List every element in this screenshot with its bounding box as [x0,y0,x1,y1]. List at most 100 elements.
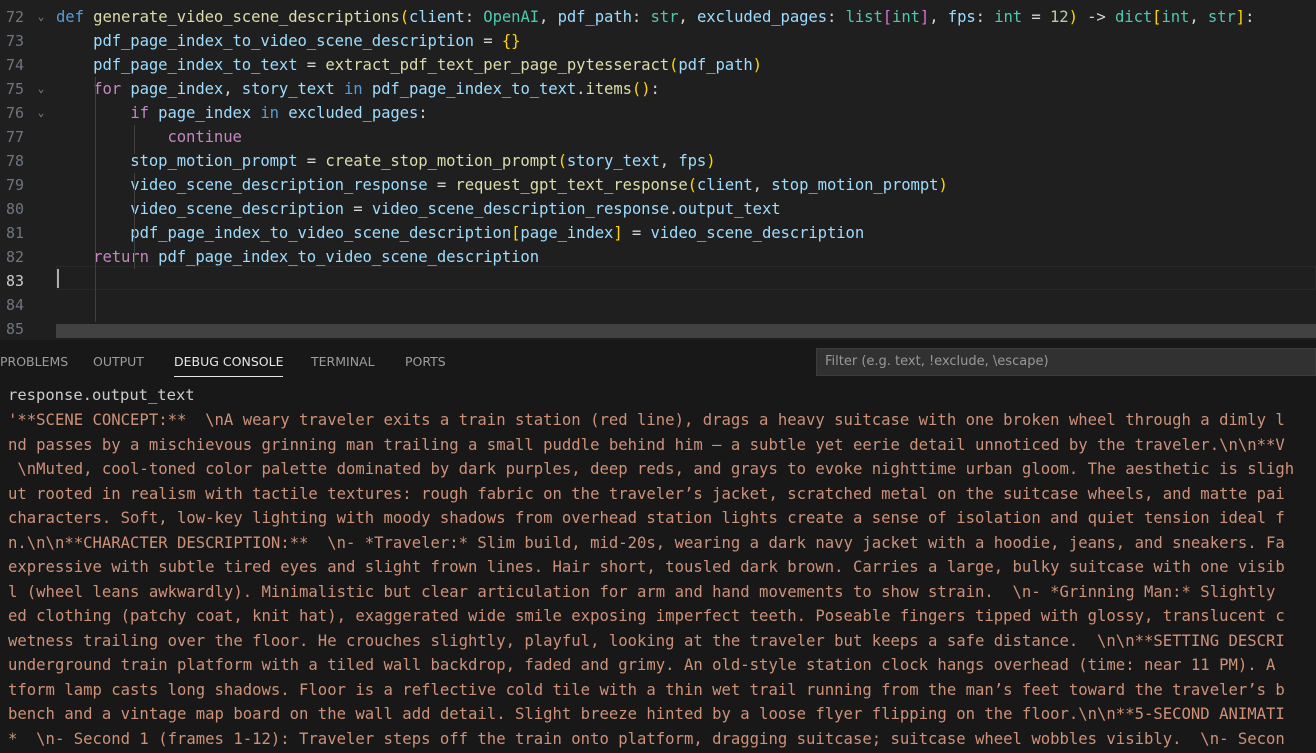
code-token: str [650,8,679,26]
code-token: request_gpt_text_response [455,176,688,194]
code-token: client [696,176,753,194]
code-line[interactable]: 74 pdf_page_index_to_text = extract_pdf_… [0,53,1316,77]
code-token: ] [613,224,623,242]
code-token: ( [399,8,409,26]
code-line[interactable]: 75 ⌄ for page_index, story_text in pdf_pa… [0,77,1316,101]
code-text: video_scene_description_response = reque… [56,173,948,197]
line-number: 85 [5,320,24,338]
code-token: video_scene_description [650,224,865,242]
tab-output[interactable]: OUTPUT [93,340,144,384]
code-line[interactable]: 79 video_scene_description_response = re… [0,173,1316,197]
code-token: . [669,200,679,218]
code-line[interactable]: 85 [0,317,1316,340]
code-text: video_scene_description = video_scene_de… [56,197,780,221]
code-token: : [464,8,484,26]
code-token: list [845,8,883,26]
line-number: 78 [5,152,24,170]
code-token: = [427,176,456,194]
code-token: page_index [148,104,252,122]
console-output-line: underground train platform with a tiled … [8,656,1276,674]
code-token: ] [919,8,930,26]
tab-debug-console[interactable]: DEBUG CONSOLE [174,340,284,384]
code-token: int [892,8,920,26]
line-number: 72 [5,8,24,26]
code-token: stop_motion_prompt [56,152,298,170]
code-token: : [631,8,651,26]
code-token: = [297,152,326,170]
code-token: pdf_page_index_to_video_scene_descriptio… [56,224,512,242]
code-token: in [334,80,372,98]
code-token: , [929,8,948,26]
code-token: ( [557,152,567,170]
code-text: pdf_page_index_to_video_scene_descriptio… [56,29,520,53]
code-token: pdf_page_index_to_video_scene_descriptio… [56,32,474,50]
code-token: in [251,104,289,122]
code-line[interactable]: 72 ⌄ def generate_video_scene_descriptions… [0,5,1316,29]
tab-terminal[interactable]: TERMINAL [311,340,375,384]
line-number: 82 [5,248,24,266]
indent-guide [134,125,135,154]
line-number: 75 [5,80,24,98]
code-line[interactable]: 83 [0,269,1316,293]
code-line[interactable]: 76 ⌄ if page_index in excluded_pages: [0,101,1316,125]
code-token: int [1161,8,1190,26]
console-output-line: wetness trailing over the floor. He crou… [8,631,1285,650]
code-token: create_stop_motion_prompt [325,152,558,170]
code-token: str [1207,8,1236,26]
console-output-line: * \n- Second 1 (frames 1-12): Traveler s… [8,729,1285,748]
code-token: , [539,8,558,26]
code-token: generate_video_scene_descriptions [93,8,400,26]
code-token: dict [1115,8,1153,26]
console-output-line: n.\n\n**CHARACTER DESCRIPTION:** \n- *Tr… [8,533,1285,552]
indent-guide [134,173,135,269]
code-token: : [827,8,846,26]
indent-guide [95,77,96,322]
line-number: 77 [5,128,24,146]
console-filter-input[interactable]: Filter (e.g. text, !exclude, \escape) [816,348,1316,376]
code-line[interactable]: 82 return pdf_page_index_to_video_scene_… [0,245,1316,269]
code-token: return [93,248,149,266]
code-text: pdf_page_index_to_video_scene_descriptio… [56,221,864,245]
code-token: = [622,224,651,242]
line-number: 84 [5,296,24,314]
code-line[interactable]: 81 pdf_page_index_to_video_scene_descrip… [0,221,1316,245]
code-token: ) [938,176,948,194]
fold-chevron-icon[interactable]: ⌄ [34,5,48,29]
tab-problems[interactable]: PROBLEMS [0,340,68,384]
code-text: continue [56,125,242,149]
code-token: continue [167,128,242,146]
code-token: excluded_pages [696,8,827,26]
code-token: ) [1068,8,1078,26]
code-text: for page_index, story_text in pdf_page_i… [56,77,660,101]
code-line[interactable]: 73 pdf_page_index_to_video_scene_descrip… [0,29,1316,53]
fold-chevron-icon[interactable]: ⌄ [34,101,48,125]
code-token: : [975,8,995,26]
code-line[interactable]: 84 [0,293,1316,317]
tab-ports[interactable]: PORTS [405,340,446,384]
code-token: story_text [241,80,335,98]
code-line[interactable]: 78 stop_motion_prompt = create_stop_moti… [0,149,1316,173]
code-editor[interactable]: 72 ⌄ def generate_video_scene_descriptions… [0,0,1316,340]
console-output-line: ut rooted in realism with tactile textur… [8,484,1285,503]
code-token: , [1189,8,1208,26]
code-token: page_index [121,80,224,98]
code-token: ( [669,56,679,74]
code-token: -> [1077,8,1116,26]
code-line[interactable]: 77 continue [0,125,1316,149]
code-token: ] [1235,8,1246,26]
debug-console-output[interactable]: response.output_text '**SCENE CONCEPT:**… [8,384,1316,753]
code-line[interactable]: 80 video_scene_description = video_scene… [0,197,1316,221]
code-text: if page_index in excluded_pages: [56,101,428,125]
code-token: , [752,176,772,194]
code-token: : [418,104,428,122]
line-number: 81 [5,224,24,242]
fold-chevron-icon[interactable]: ⌄ [34,77,48,101]
code-token: OpenAI [483,8,540,26]
line-number: 73 [5,32,24,50]
code-text: return pdf_page_index_to_video_scene_des… [56,245,539,269]
code-token: {} [501,32,521,50]
line-number: 80 [5,200,24,218]
